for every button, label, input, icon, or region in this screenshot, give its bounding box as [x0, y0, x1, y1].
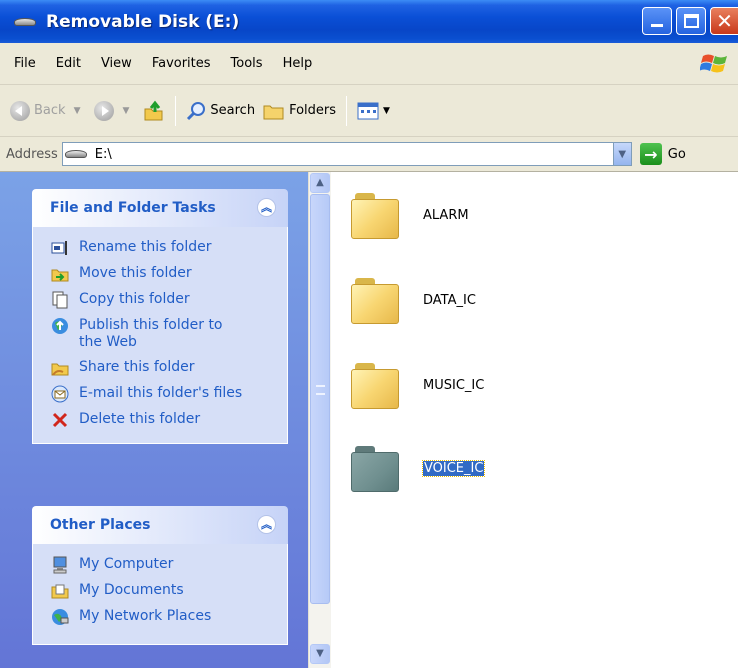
file-list: ALARM DATA_IC MUSIC_IC VOICE_IC	[331, 172, 738, 668]
views-button[interactable]: ▼	[353, 95, 394, 127]
folder-name: MUSIC_IC	[423, 377, 485, 393]
place-my-network[interactable]: My Network Places	[51, 604, 287, 630]
address-bar: Address E:\ ▼ → Go	[0, 137, 738, 172]
forward-button[interactable]: ▼	[90, 95, 139, 127]
go-button[interactable]: → Go	[639, 143, 686, 165]
toolbar-separator	[175, 95, 177, 126]
move-icon	[51, 265, 69, 283]
go-arrow-icon: →	[639, 143, 662, 165]
toolbar-separator	[346, 95, 348, 126]
title-bar[interactable]: Removable Disk (E:) ✕	[0, 0, 738, 43]
folder-icon	[349, 442, 403, 494]
menu-favorites[interactable]: Favorites	[142, 56, 221, 71]
task-pane: File and Folder Tasks ︽ Rename this fold…	[0, 172, 308, 668]
folder-icon	[349, 189, 403, 241]
close-button[interactable]: ✕	[710, 7, 738, 35]
scroll-down-button[interactable]: ▼	[310, 644, 330, 664]
delete-icon	[51, 411, 69, 429]
folder-name: DATA_IC	[423, 292, 476, 308]
up-folder-icon	[144, 100, 163, 120]
task-move-folder[interactable]: Move this folder	[51, 261, 287, 287]
views-icon	[357, 102, 379, 119]
copy-icon	[51, 291, 69, 309]
menu-help[interactable]: Help	[273, 56, 323, 71]
menu-edit[interactable]: Edit	[46, 56, 91, 71]
panel-title: File and Folder Tasks	[50, 200, 216, 216]
menu-view[interactable]: View	[91, 56, 142, 71]
minimize-button[interactable]	[642, 7, 672, 35]
network-places-icon	[51, 608, 69, 626]
panel-header[interactable]: File and Folder Tasks ︽	[32, 189, 288, 227]
task-rename-folder[interactable]: Rename this folder	[51, 235, 287, 261]
folder-name: VOICE_IC	[421, 459, 486, 477]
folders-button[interactable]: Folders	[259, 95, 340, 127]
up-folder-button[interactable]	[139, 95, 169, 127]
panel-title: Other Places	[50, 517, 151, 533]
folder-item[interactable]: MUSIC_IC	[349, 359, 484, 411]
back-button[interactable]: Back ▼	[6, 95, 90, 127]
address-dropdown-button[interactable]: ▼	[612, 143, 631, 165]
folder-icon	[349, 359, 403, 411]
address-input[interactable]: E:\ ▼	[61, 142, 632, 166]
other-places-panel: Other Places ︽ My Computer My Documents	[32, 506, 288, 645]
removable-drive-icon	[14, 15, 38, 29]
address-value: E:\	[94, 146, 112, 162]
panel-header[interactable]: Other Places ︽	[32, 506, 288, 544]
menu-tools[interactable]: Tools	[221, 56, 273, 71]
my-computer-icon	[51, 556, 69, 574]
address-label: Address	[6, 146, 58, 162]
search-icon	[187, 101, 206, 120]
folder-item[interactable]: DATA_IC	[349, 274, 476, 326]
windows-logo-icon	[700, 54, 727, 73]
collapse-chevron-icon[interactable]: ︽	[257, 198, 276, 217]
back-arrow-icon	[10, 100, 30, 121]
scroll-thumb[interactable]	[310, 194, 330, 604]
window-title: Removable Disk (E:)	[46, 11, 240, 32]
task-delete-folder[interactable]: Delete this folder	[51, 407, 287, 433]
rename-icon	[51, 239, 69, 257]
publish-web-icon	[51, 317, 69, 335]
task-email-files[interactable]: E-mail this folder's files	[51, 381, 287, 407]
toolbar: Back ▼ ▼ Search Folders ▼	[0, 85, 738, 137]
menu-bar: File Edit View Favorites Tools Help	[0, 43, 738, 85]
views-dropdown-icon: ▼	[383, 105, 390, 116]
task-share-folder[interactable]: Share this folder	[51, 355, 287, 381]
share-icon	[51, 359, 69, 377]
removable-drive-icon	[64, 149, 91, 159]
folders-icon	[263, 105, 284, 119]
search-button[interactable]: Search	[182, 95, 259, 127]
file-folder-tasks-panel: File and Folder Tasks ︽ Rename this fold…	[32, 189, 288, 444]
task-publish-folder[interactable]: Publish this folder to the Web	[51, 313, 287, 355]
maximize-button[interactable]	[676, 7, 706, 35]
vertical-scrollbar[interactable]: ▲ ▼	[308, 172, 331, 668]
folder-item-selected[interactable]: VOICE_IC	[349, 442, 486, 494]
collapse-chevron-icon[interactable]: ︽	[257, 515, 276, 534]
place-my-computer[interactable]: My Computer	[51, 552, 287, 578]
close-icon: ✕	[716, 9, 733, 33]
back-dropdown-icon[interactable]: ▼	[74, 106, 81, 116]
folder-icon	[349, 274, 403, 326]
my-documents-icon	[51, 582, 69, 600]
email-icon	[51, 385, 69, 403]
folder-item[interactable]: ALARM	[349, 189, 469, 241]
forward-arrow-icon	[94, 100, 115, 121]
task-copy-folder[interactable]: Copy this folder	[51, 287, 287, 313]
folder-name: ALARM	[423, 207, 469, 223]
forward-dropdown-icon[interactable]: ▼	[122, 106, 129, 116]
menu-file[interactable]: File	[4, 56, 46, 71]
place-my-documents[interactable]: My Documents	[51, 578, 287, 604]
scroll-up-button[interactable]: ▲	[310, 173, 330, 193]
